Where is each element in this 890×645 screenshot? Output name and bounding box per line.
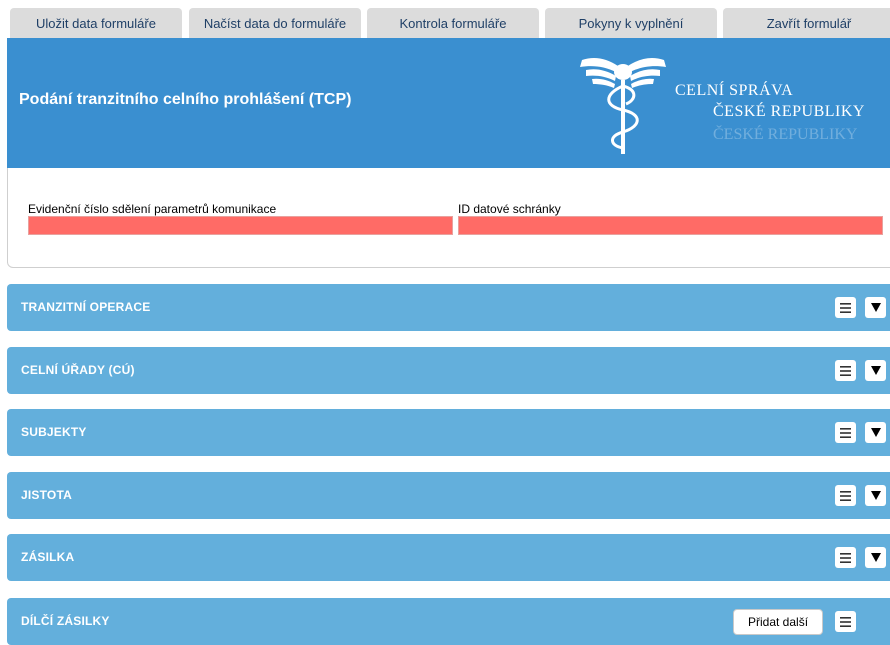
form-toolbar-tabs: Uložit data formuláře Načíst data do for…: [0, 0, 890, 38]
triangle-down-icon[interactable]: [865, 360, 886, 381]
triangle-down-icon[interactable]: [865, 485, 886, 506]
fill-instructions-button[interactable]: Pokyny k vyplnění: [545, 8, 717, 38]
section-zasilka[interactable]: ZÁSILKA: [7, 534, 890, 581]
customs-emblem-icon: [580, 58, 666, 154]
logo-text-reflection: České republiky: [713, 126, 858, 143]
hamburger-icon[interactable]: [835, 422, 856, 443]
page-title: Podání tranzitního celního prohlášení (T…: [19, 91, 352, 108]
save-form-data-button[interactable]: Uložit data formuláře: [10, 8, 182, 38]
datova-schranka-label: ID datové schránky: [458, 202, 561, 216]
logo-text-line1: Celní správa: [675, 82, 794, 99]
section-subjekty[interactable]: SUBJEKTY: [7, 409, 890, 456]
add-another-button[interactable]: Přidat další: [733, 609, 824, 635]
section-dilci-zasilky[interactable]: DÍLČÍ ZÁSILKY Přidat další: [7, 598, 890, 645]
load-form-data-button[interactable]: Načíst data do formuláře: [189, 8, 361, 38]
triangle-down-icon[interactable]: [865, 547, 886, 568]
check-form-button[interactable]: Kontrola formuláře: [367, 8, 539, 38]
section-tranzitni-operace[interactable]: TRANZITNÍ OPERACE: [7, 284, 890, 331]
triangle-down-icon[interactable]: [865, 297, 886, 318]
section-celni-urady[interactable]: CELNÍ ÚŘADY (CÚ): [7, 347, 890, 394]
logo-text-line2: České republiky: [713, 103, 865, 120]
communication-parameters-panel: Evidenční číslo sdělení parametrů komuni…: [7, 168, 890, 268]
form-header: Podání tranzitního celního prohlášení (T…: [7, 38, 890, 168]
triangle-down-icon[interactable]: [865, 422, 886, 443]
section-title: DÍLČÍ ZÁSILKY: [21, 614, 110, 628]
evidencni-cislo-label: Evidenční číslo sdělení parametrů komuni…: [28, 202, 277, 216]
section-title: TRANZITNÍ OPERACE: [21, 300, 151, 314]
hamburger-icon[interactable]: [835, 297, 856, 318]
section-jistota[interactable]: JISTOTA: [7, 472, 890, 519]
hamburger-icon[interactable]: [835, 485, 856, 506]
section-title: ZÁSILKA: [21, 550, 75, 564]
evidencni-cislo-input[interactable]: [28, 216, 453, 235]
hamburger-icon[interactable]: [835, 611, 856, 632]
hamburger-icon[interactable]: [835, 360, 856, 381]
section-title: JISTOTA: [21, 488, 72, 502]
section-title: SUBJEKTY: [21, 425, 87, 439]
close-form-button[interactable]: Zavřít formulář: [723, 8, 890, 38]
section-title: CELNÍ ÚŘADY (CÚ): [21, 363, 135, 377]
datova-schranka-input[interactable]: [458, 216, 883, 235]
hamburger-icon[interactable]: [835, 547, 856, 568]
